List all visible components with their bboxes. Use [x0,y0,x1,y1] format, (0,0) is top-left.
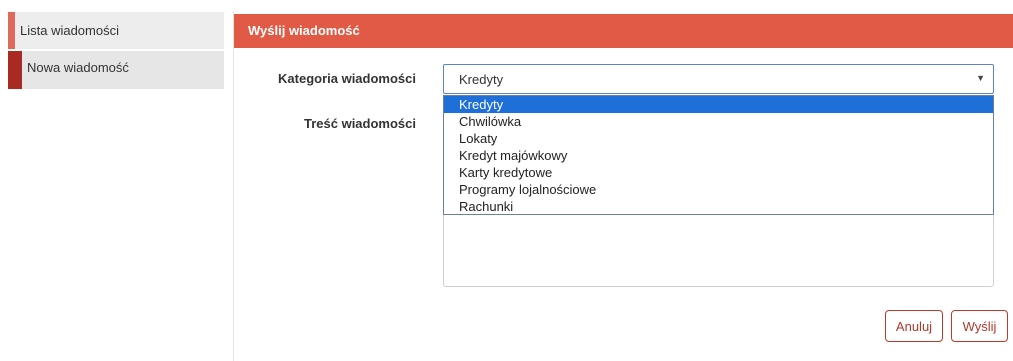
content-divider [233,12,234,361]
dropdown-option[interactable]: Programy lojalnościowe [444,181,993,198]
sidebar-item-label: Nowa wiadomość [27,60,129,75]
dropdown-option[interactable]: Kredyty [444,96,993,113]
category-selected-value: Kredyty [459,72,504,87]
dropdown-option[interactable]: Rachunki [444,198,993,215]
sidebar-item-label: Lista wiadomości [20,23,119,38]
send-button[interactable]: Wyślij [951,310,1008,342]
dropdown-option[interactable]: Lokaty [444,130,993,147]
category-select[interactable]: Kredyty ▼ [443,64,994,94]
message-body-label: Treść wiadomości [304,116,416,131]
sidebar: Lista wiadomości Nowa wiadomość [8,12,224,91]
dropdown-option[interactable]: Karty kredytowe [444,164,993,181]
dropdown-option[interactable]: Chwilówka [444,113,993,130]
dropdown-option[interactable]: Kredyt majówkowy [444,147,993,164]
panel-title: Wyślij wiadomość [234,14,1013,48]
cancel-button[interactable]: Anuluj [885,310,943,342]
sidebar-item-marker [8,51,22,89]
sidebar-item-new-message[interactable]: Nowa wiadomość [8,51,224,89]
category-label: Kategoria wiadomości [278,71,416,86]
sidebar-item-marker [8,12,15,49]
dropdown-arrow-icon: ▼ [976,73,985,83]
sidebar-item-message-list[interactable]: Lista wiadomości [8,12,224,49]
category-dropdown-list: Kredyty Chwilówka Lokaty Kredyt majówkow… [443,95,994,215]
